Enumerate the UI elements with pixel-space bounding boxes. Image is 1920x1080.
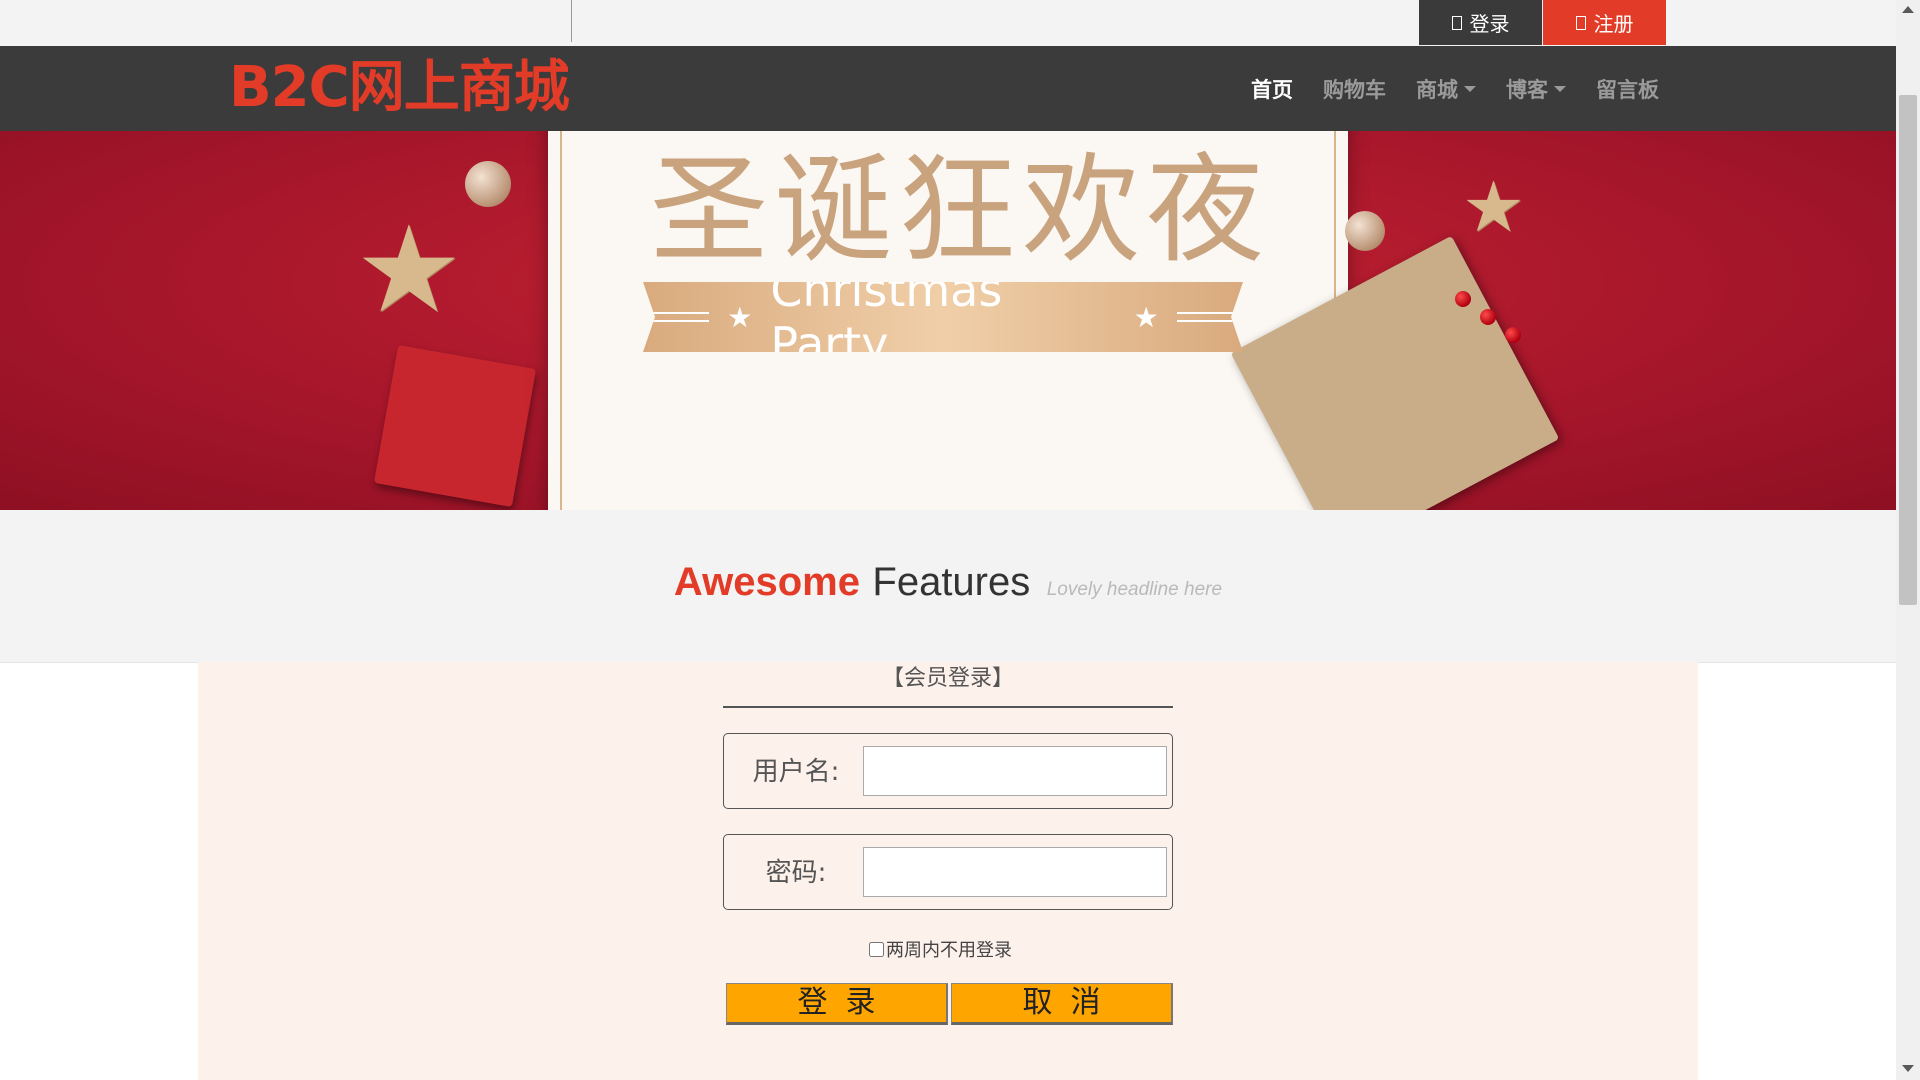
password-row: 密码: <box>723 834 1173 910</box>
berry-decoration <box>1480 309 1496 325</box>
username-input[interactable] <box>863 746 1167 796</box>
remember-label: 两周内不用登录 <box>886 940 1012 961</box>
star-icon: ★ <box>727 300 753 334</box>
password-input[interactable] <box>863 847 1167 897</box>
features-heading-accent: Awesome <box>673 560 860 604</box>
top-login-button[interactable]: 登录 <box>1419 0 1542 45</box>
features-section: Awesome Features Lovely headline here <box>0 510 1896 663</box>
nav-item-label: 留言板 <box>1596 77 1659 102</box>
scroll-thumb[interactable] <box>1899 95 1917 605</box>
login-submit-button[interactable]: 登录 <box>726 983 948 1025</box>
features-tagline: Lovely headline here <box>1046 579 1223 600</box>
remember-me[interactable]: 两周内不用登录 <box>869 936 1012 962</box>
nav-item-mall[interactable]: 商城 <box>1416 74 1476 104</box>
nav-item-home[interactable]: 首页 <box>1251 74 1293 104</box>
remember-checkbox[interactable] <box>869 941 884 957</box>
gift-box-decoration <box>373 344 537 508</box>
username-label: 用户名: <box>752 757 840 787</box>
banner-ribbon: ★ Christmas Party ★ <box>643 282 1243 352</box>
nav-item-blog[interactable]: 博客 <box>1506 74 1566 104</box>
nav-item-label: 商城 <box>1416 77 1458 102</box>
site-logo[interactable]: B2C网上商城 <box>229 58 570 118</box>
scroll-down-arrow-icon[interactable] <box>1902 1065 1914 1072</box>
nav-item-label: 购物车 <box>1323 77 1386 102</box>
login-title: 【会员登录】 <box>723 662 1173 708</box>
star-icon: ★ <box>1133 300 1159 334</box>
top-register-label: 注册 <box>1593 12 1634 36</box>
caret-down-icon <box>1554 85 1566 92</box>
cancel-button[interactable]: 取消 <box>951 983 1173 1025</box>
top-register-button[interactable]: 注册 <box>1543 0 1666 45</box>
topbar-divider <box>571 0 572 42</box>
top-login-label: 登录 <box>1469 12 1510 36</box>
page-scrollbar[interactable] <box>1896 0 1920 1080</box>
features-heading-main: Features <box>872 560 1031 604</box>
nav-item-cart[interactable]: 购物车 <box>1323 74 1386 104</box>
features-heading: Awesome Features Lovely headline here <box>0 560 1896 605</box>
username-row: 用户名: <box>723 733 1173 809</box>
nav-item-label: 首页 <box>1251 77 1293 102</box>
nav-menu: 首页 购物车 商城 博客 留言板 <box>1251 46 1659 131</box>
nav-item-guestbook[interactable]: 留言板 <box>1596 74 1659 104</box>
berry-decoration <box>1455 291 1471 307</box>
password-label: 密码: <box>765 858 827 888</box>
caret-down-icon <box>1464 85 1476 92</box>
user-icon <box>1451 15 1462 30</box>
nav-item-label: 博客 <box>1506 77 1548 102</box>
top-utility-bar: 登录 注册 <box>0 0 1896 46</box>
banner-title: 圣诞狂欢夜 <box>649 141 1270 279</box>
berry-decoration <box>1505 327 1521 343</box>
scroll-up-arrow-icon[interactable] <box>1902 6 1914 13</box>
main-navbar: B2C网上商城 首页 购物车 商城 博客 留言板 <box>0 46 1896 131</box>
register-icon <box>1575 15 1586 30</box>
